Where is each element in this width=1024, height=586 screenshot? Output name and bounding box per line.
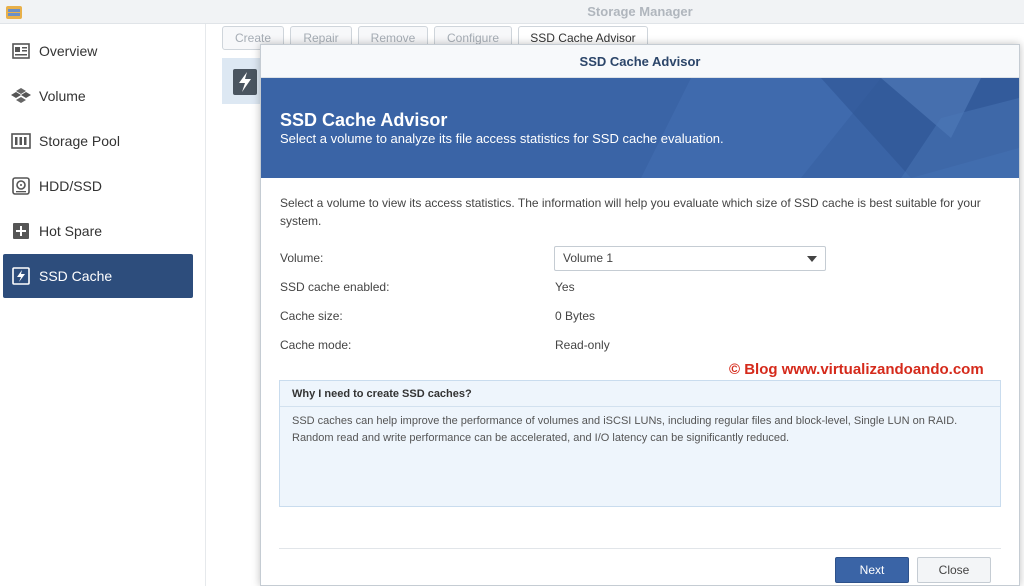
sidebar-item-volume[interactable]: Volume [3, 74, 193, 118]
info-body: SSD caches can help improve the performa… [292, 415, 958, 444]
cache-size-value: 0 Bytes [555, 309, 596, 323]
sidebar-item-storage-pool[interactable]: Storage Pool [3, 119, 193, 163]
sidebar-item-overview[interactable]: Overview [3, 29, 193, 73]
ssd-cache-icon [233, 69, 257, 95]
dialog-banner: SSD Cache Advisor Select a volume to ana… [261, 78, 1019, 178]
banner-subtitle: Select a volume to analyze its file acce… [280, 131, 724, 146]
volume-icon [11, 86, 31, 106]
sidebar-item-label: Volume [39, 88, 86, 104]
sidebar-item-label: HDD/SSD [39, 178, 103, 194]
info-box: Why I need to create SSD caches? SSD cac… [279, 380, 1001, 507]
cache-mode-value: Read-only [555, 338, 610, 352]
app-titlebar: Storage Manager [0, 0, 1024, 24]
sidebar-item-label: Overview [39, 43, 98, 59]
volume-select-value: Volume 1 [563, 251, 614, 265]
info-heading: Why I need to create SSD caches? [280, 381, 1000, 407]
volume-select[interactable]: Volume 1 [554, 246, 826, 271]
dialog-title: SSD Cache Advisor [261, 45, 1019, 78]
next-button[interactable]: Next [835, 557, 909, 583]
dialog-description: Select a volume to view its access stati… [280, 196, 981, 228]
close-button[interactable]: Close [917, 557, 991, 583]
ssd-cache-icon [11, 266, 31, 286]
volume-label: Volume: [280, 251, 324, 265]
sidebar: Overview Volume Storage Pool HDD/SSD Hot… [0, 24, 206, 586]
cache-mode-label: Cache mode: [280, 338, 352, 352]
sidebar-item-label: SSD Cache [39, 268, 113, 284]
ssd-cache-advisor-dialog: SSD Cache Advisor SSD Cache Advisor Sele… [260, 44, 1020, 586]
sidebar-item-label: Storage Pool [39, 133, 120, 149]
sidebar-item-ssd-cache[interactable]: SSD Cache [3, 254, 193, 298]
sidebar-item-hot-spare[interactable]: Hot Spare [3, 209, 193, 253]
sidebar-item-label: Hot Spare [39, 223, 103, 239]
hot-spare-icon [11, 221, 31, 241]
ssd-cache-enabled-value: Yes [555, 280, 575, 294]
storage-pool-icon [11, 131, 31, 151]
footer-divider [279, 548, 1001, 549]
chevron-down-icon [807, 256, 817, 262]
cache-size-label: Cache size: [280, 309, 343, 323]
sidebar-item-hdd-ssd[interactable]: HDD/SSD [3, 164, 193, 208]
watermark: © Blog www.virtualizandoando.com [729, 361, 984, 378]
overview-icon [11, 41, 31, 61]
hdd-icon [11, 176, 31, 196]
banner-title: SSD Cache Advisor [280, 110, 448, 130]
app-title: Storage Manager [587, 4, 693, 19]
ssd-cache-enabled-label: SSD cache enabled: [280, 280, 390, 294]
cache-list-row[interactable] [222, 58, 262, 104]
